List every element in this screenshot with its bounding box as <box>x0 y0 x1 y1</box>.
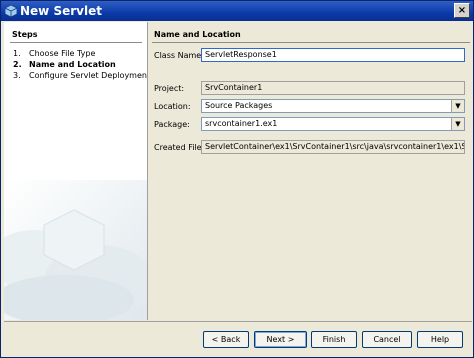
next-button[interactable]: Next > <box>254 331 307 348</box>
divider <box>4 321 472 322</box>
location-label: Location: <box>154 102 191 111</box>
class-name-label: Class Name: <box>154 51 204 60</box>
netbeans-watermark-icon <box>4 180 147 320</box>
new-servlet-dialog: New Servlet × Steps 1. Choose File Type 2… <box>0 0 474 358</box>
step-name-and-location: 2. Name and Location <box>13 60 116 69</box>
package-value: srvcontainer1.ex1 <box>205 119 278 128</box>
divider <box>152 42 470 43</box>
chevron-down-icon[interactable]: ▼ <box>451 100 464 112</box>
steps-panel: Steps 1. Choose File Type 2. Name and Loca… <box>4 22 148 320</box>
step-configure-servlet-deployment: 3. Configure Servlet Deployment <box>13 71 148 80</box>
steps-heading: Steps <box>12 30 38 39</box>
section-heading: Name and Location <box>154 30 241 39</box>
help-button[interactable]: Help <box>417 331 463 348</box>
title-bar[interactable]: New Servlet × <box>1 1 473 21</box>
step-label: Configure Servlet Deployment <box>29 71 148 80</box>
step-label: Choose File Type <box>29 49 96 58</box>
back-button[interactable]: < Back <box>203 331 249 348</box>
divider <box>10 42 142 43</box>
package-label: Package: <box>154 120 190 129</box>
created-file-field: ServletContainer\ex1\SrvContainer1\src\j… <box>201 140 465 154</box>
close-button[interactable]: × <box>454 3 470 18</box>
cancel-button[interactable]: Cancel <box>362 331 412 348</box>
step-choose-file-type: 1. Choose File Type <box>13 49 96 58</box>
step-label: Name and Location <box>29 60 116 69</box>
finish-button[interactable]: Finish <box>311 331 357 348</box>
location-value: Source Packages <box>205 101 273 110</box>
chevron-down-icon[interactable]: ▼ <box>451 118 464 130</box>
netbeans-cube-icon <box>5 5 17 17</box>
created-file-label: Created File: <box>154 143 205 152</box>
project-label: Project: <box>154 84 185 93</box>
project-field: SrvContainer1 <box>201 81 465 95</box>
location-select[interactable]: Source Packages ▼ <box>201 99 465 113</box>
class-name-input[interactable]: ServletResponse1 <box>201 48 465 62</box>
window-title: New Servlet <box>20 4 102 18</box>
main-panel: Name and Location Class Name: ServletRes… <box>148 22 472 320</box>
package-combobox[interactable]: srvcontainer1.ex1 ▼ <box>201 117 465 131</box>
